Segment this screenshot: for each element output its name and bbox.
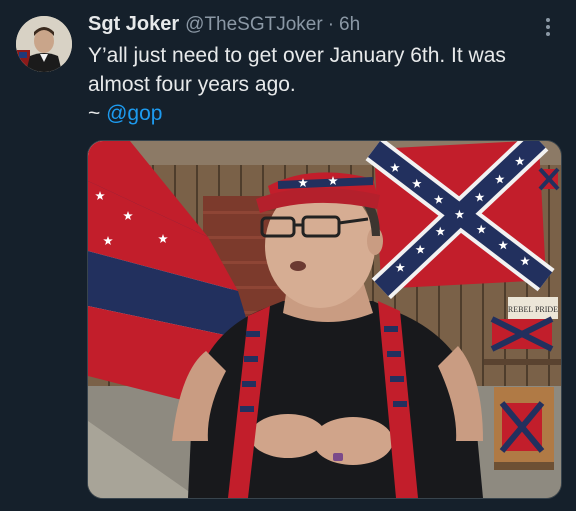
photo: REBEL PRIDE bbox=[88, 141, 561, 498]
tweet-text-line: almost four years ago. bbox=[88, 73, 296, 96]
tweet-header: Sgt Joker @TheSGTJoker · 6h bbox=[88, 13, 360, 37]
more-horizontal-icon[interactable] bbox=[538, 14, 558, 40]
tweet-media-photo[interactable]: REBEL PRIDE bbox=[87, 140, 562, 499]
tweet[interactable]: Sgt Joker @TheSGTJoker · 6h Y’all just n… bbox=[0, 0, 576, 511]
mention-link[interactable]: @gop bbox=[106, 102, 162, 125]
separator-dot: · bbox=[327, 14, 335, 35]
rebel-pride-sign: REBEL PRIDE bbox=[508, 305, 558, 314]
user-handle[interactable]: @TheSGTJoker bbox=[185, 14, 323, 36]
tweet-text: Y’all just need to get over January 6th.… bbox=[88, 41, 558, 128]
signature-line: ~ @gop bbox=[88, 99, 558, 128]
display-name[interactable]: Sgt Joker bbox=[88, 13, 179, 36]
avatar[interactable] bbox=[16, 16, 72, 72]
signature-prefix: ~ bbox=[88, 102, 107, 125]
timestamp[interactable]: 6h bbox=[339, 14, 360, 36]
tweet-text-line: Y’all just need to get over January 6th.… bbox=[88, 44, 506, 67]
